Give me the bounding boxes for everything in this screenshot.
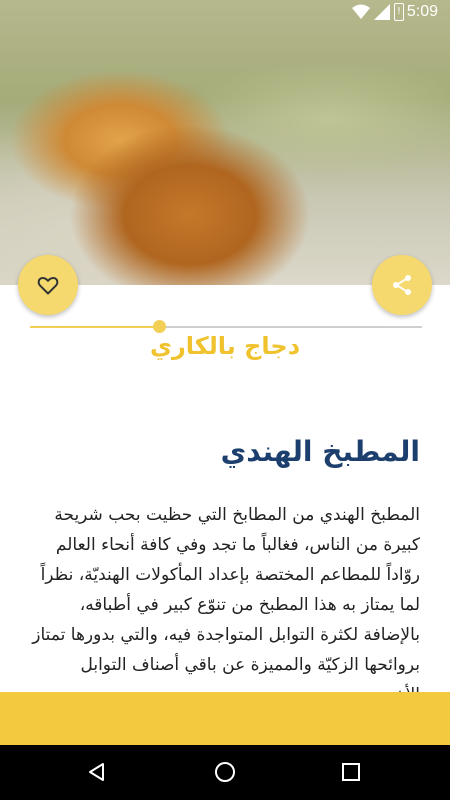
article-heading: المطبخ الهندي xyxy=(220,435,420,468)
home-circle-icon xyxy=(215,762,235,782)
status-time: 5:09 xyxy=(406,3,438,20)
recents-square-icon xyxy=(342,763,360,781)
status-bar: ! 5:09 xyxy=(0,0,450,25)
battery-icon: ! xyxy=(394,3,404,21)
reading-progress-bar[interactable] xyxy=(30,320,422,333)
wifi-icon xyxy=(352,4,370,19)
nav-home-button[interactable] xyxy=(213,760,237,784)
heart-outline-icon xyxy=(37,276,59,295)
favorite-button[interactable] xyxy=(18,255,78,315)
progress-fill xyxy=(30,326,160,328)
article-body: المطبخ الهندي من المطابخ التي حظيت بحب ش… xyxy=(32,505,420,695)
battery-label: ! xyxy=(396,6,401,17)
signal-icon xyxy=(374,4,390,20)
recipe-hero-image xyxy=(0,0,450,285)
share-button[interactable] xyxy=(372,255,432,315)
system-nav-bar xyxy=(0,745,450,800)
nav-back-button[interactable] xyxy=(85,760,109,784)
back-triangle-icon xyxy=(89,763,104,781)
share-icon xyxy=(393,275,411,295)
nav-recents-button[interactable] xyxy=(339,760,363,784)
bottom-ad-banner[interactable] xyxy=(0,692,450,745)
recipe-title: دجاج بالكاري xyxy=(149,332,301,360)
